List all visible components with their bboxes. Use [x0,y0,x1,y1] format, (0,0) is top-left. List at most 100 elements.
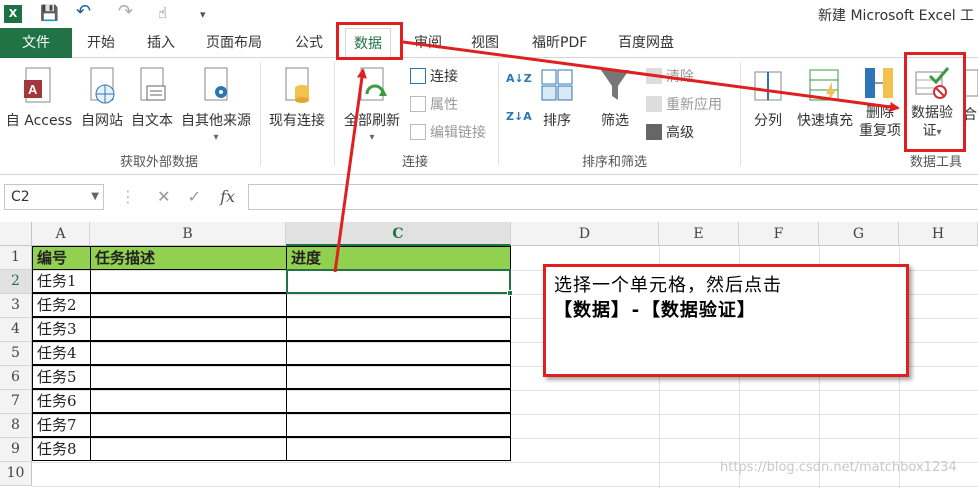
text-file-icon [140,67,166,101]
existing-connections-button[interactable]: 现有连接 [266,66,328,130]
cell-b8[interactable] [90,413,287,437]
properties-button[interactable]: 属性 [410,94,458,114]
tab-formulas[interactable]: 公式 [295,28,323,58]
undo-icon[interactable]: ↶ [76,1,91,22]
advanced-filter-button[interactable]: 高级 [646,122,694,142]
cell-a7[interactable]: 任务6 [32,389,91,413]
insert-function-icon[interactable]: fx [220,187,235,206]
group-label-connections: 连接 [402,155,429,170]
highlight-data-validation [904,52,966,152]
cell-b6[interactable] [90,365,287,389]
remove-duplicates-icon [865,68,893,98]
group-label-get-external: 获取外部数据 [120,155,199,170]
cell-c5[interactable] [286,341,511,365]
column-header-e[interactable]: E [659,222,739,246]
from-other-sources-button[interactable]: 自其他来源 ▾ [178,66,254,143]
cell-b9[interactable] [90,437,287,461]
cell-c7[interactable] [286,389,511,413]
row-header-1[interactable]: 1 [0,246,32,270]
cell-b3[interactable] [90,293,287,317]
column-header-c[interactable]: C [286,222,511,246]
select-all-corner[interactable] [0,222,32,246]
cancel-icon[interactable]: ✕ [157,187,170,206]
properties-icon [410,96,426,112]
cell-b2[interactable] [90,269,287,293]
tab-baidu-netdisk[interactable]: 百度网盘 [618,28,674,58]
row-header-3[interactable]: 3 [0,294,32,318]
flash-fill-button[interactable]: 快速填充 [794,66,856,130]
flash-fill-icon [809,69,839,102]
clear-filter-button[interactable]: 清除 [646,66,694,86]
cell-b1[interactable]: 任务描述 [90,246,287,270]
clear-filter-icon [646,68,662,84]
row-header-2[interactable]: 2 [0,270,32,294]
column-header-g[interactable]: G [819,222,899,246]
row-header-10[interactable]: 10 [0,462,32,486]
row-header-5[interactable]: 5 [0,342,32,366]
tab-foxit-pdf[interactable]: 福昕PDF [532,28,587,58]
cell-b4[interactable] [90,317,287,341]
excel-logo-icon[interactable]: X [4,5,22,23]
sort-ascending-button[interactable]: A↓Z [506,72,532,85]
sort-button[interactable]: 排序 [536,66,578,130]
cell-c4[interactable] [286,317,511,341]
text-to-columns-button[interactable]: 分列 [748,66,788,130]
edit-links-button[interactable]: 编辑链接 [410,122,486,142]
enter-icon[interactable]: ✓ [188,187,201,206]
from-access-button[interactable]: A 自 Access [4,66,74,130]
remove-duplicates-button[interactable]: 删除 重复项 [858,66,902,140]
fill-handle[interactable] [507,290,513,296]
row-header-6[interactable]: 6 [0,366,32,390]
name-box[interactable]: C2 ▼ [4,184,104,210]
drag-handle-icon: ⋮ [120,187,136,206]
tab-insert[interactable]: 插入 [147,28,175,58]
row-header-7[interactable]: 7 [0,390,32,414]
cell-a9[interactable]: 任务8 [32,437,91,461]
cell-c9[interactable] [286,437,511,461]
save-icon[interactable]: 💾 [40,4,59,22]
sort-za-icon: Z↓A [506,110,532,123]
reapply-button[interactable]: 重新应用 [646,94,722,114]
cell-c6[interactable] [286,365,511,389]
cell-c8[interactable] [286,413,511,437]
column-header-h[interactable]: H [899,222,978,246]
tab-file[interactable]: 文件 [0,28,72,58]
cell-c1[interactable]: 进度 [286,246,511,270]
touch-mode-icon[interactable]: ☝ [158,4,167,22]
cell-a5[interactable]: 任务4 [32,341,91,365]
cell-b5[interactable] [90,341,287,365]
formula-input[interactable] [248,184,978,210]
row-header-4[interactable]: 4 [0,318,32,342]
cell-a6[interactable]: 任务5 [32,365,91,389]
row-header-8[interactable]: 8 [0,414,32,438]
column-header-b[interactable]: B [90,222,286,246]
filter-button[interactable]: 筛选 [594,66,636,130]
sort-descending-button[interactable]: Z↓A [506,110,532,123]
cell-a2[interactable]: 任务1 [32,269,91,293]
from-text-button[interactable]: 自文本 [128,66,176,130]
formula-bar: C2 ▼ ⋮ ✕ ✓ fx [0,182,978,212]
cell-a3[interactable]: 任务2 [32,293,91,317]
column-header-a[interactable]: A [32,222,90,246]
refresh-all-button[interactable]: 全部刷新 ▾ [340,66,404,143]
tab-review[interactable]: 审阅 [414,28,442,58]
chevron-down-icon: ▼ [91,191,99,202]
highlight-data-tab [336,22,403,60]
redo-icon[interactable]: ↷ [118,1,133,22]
from-web-button[interactable]: 自网站 [78,66,126,130]
group-separator [334,62,335,166]
tab-home[interactable]: 开始 [87,28,115,58]
cell-b7[interactable] [90,389,287,413]
svg-text:A: A [28,82,38,97]
cell-a8[interactable]: 任务7 [32,413,91,437]
tab-page-layout[interactable]: 页面布局 [206,28,262,58]
connections-button[interactable]: 连接 [410,66,458,86]
cell-a4[interactable]: 任务3 [32,317,91,341]
customize-qat-icon[interactable]: ▾ [200,8,206,21]
column-header-d[interactable]: D [511,222,659,246]
column-header-f[interactable]: F [739,222,819,246]
row-header-9[interactable]: 9 [0,438,32,462]
cell-c3[interactable] [286,293,511,317]
tab-view[interactable]: 视图 [471,28,499,58]
cell-a1[interactable]: 编号 [32,246,91,270]
